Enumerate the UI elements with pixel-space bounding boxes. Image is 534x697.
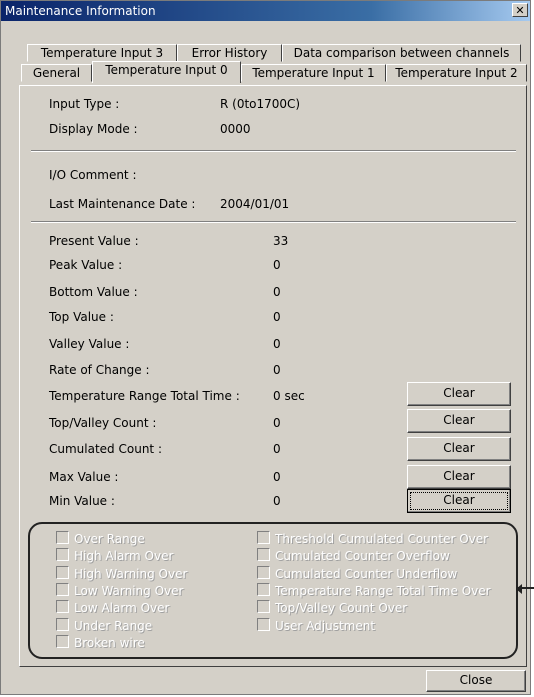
peak-value-label: Peak Value : xyxy=(49,258,123,272)
input-type-value: R (0to1700C) xyxy=(220,97,301,111)
top-valley-count-over-checkbox: Top/Valley Count Over xyxy=(257,600,407,615)
valley-value-label: Valley Value : xyxy=(49,337,130,351)
temperature-range-total-time-label: Temperature Range Total Time : xyxy=(49,389,240,403)
threshold-cumulated-counter-over-label: Threshold Cumulated Counter Over xyxy=(275,532,489,546)
io-comment-label: I/O Comment : xyxy=(49,168,137,182)
top-value-label: Top Value : xyxy=(49,310,114,324)
top-valley-count-over-label: Top/Valley Count Over xyxy=(275,601,408,615)
under-range-checkbox: Under Range xyxy=(56,618,152,633)
high-warning-over-label: High Warning Over xyxy=(74,567,188,581)
clear-cumulated-count-button[interactable]: Clear xyxy=(407,437,511,461)
present-value-label: Present Value : xyxy=(49,234,139,248)
clear-max-value-button[interactable]: Clear xyxy=(407,465,511,489)
cumulated-counter-underflow-checkbox: Cumulated Counter Underflow xyxy=(257,566,457,581)
tab-temperature-input-0[interactable]: Temperature Input 0 xyxy=(92,61,241,83)
cumulated-counter-overflow-checkbox: Cumulated Counter Overflow xyxy=(257,548,450,563)
tab-temperature-input-2[interactable]: Temperature Input 2 xyxy=(386,64,527,82)
temperature-range-total-time-over-checkbox: Temperature Range Total Time Over xyxy=(257,583,491,598)
top-valley-count-label: Top/Valley Count : xyxy=(49,416,157,430)
rate-of-change-label: Rate of Change : xyxy=(49,363,150,377)
top-valley-count-value: 0 xyxy=(273,416,281,430)
cumulated-counter-underflow-label: Cumulated Counter Underflow xyxy=(275,567,458,581)
present-value: 33 xyxy=(273,234,289,248)
bottom-value-label: Bottom Value : xyxy=(49,285,138,299)
tab-data-comparison[interactable]: Data comparison between channels xyxy=(282,44,521,62)
high-alarm-over-checkbox: High Alarm Over xyxy=(56,548,173,563)
over-range-checkbox: Over Range xyxy=(56,531,145,546)
valley-value: 0 xyxy=(273,337,281,351)
tab-temperature-input-3[interactable]: Temperature Input 3 xyxy=(27,44,177,62)
broken-wire-label: Broken wire xyxy=(74,636,145,650)
user-adjustment-label: User Adjustment xyxy=(275,619,376,633)
window-title: Maintenance Information xyxy=(5,4,156,18)
max-value-label: Max Value : xyxy=(49,470,119,484)
min-value: 0 xyxy=(273,494,281,508)
top-value: 0 xyxy=(273,310,281,324)
cumulated-count-value: 0 xyxy=(273,442,281,456)
last-maintenance-date-label: Last Maintenance Date : xyxy=(49,197,196,211)
tab-general[interactable]: General xyxy=(21,64,92,82)
display-mode-value: 0000 xyxy=(220,122,251,136)
threshold-cumulated-counter-over-checkbox: Threshold Cumulated Counter Over xyxy=(257,531,488,546)
under-range-label: Under Range xyxy=(74,619,153,633)
separator xyxy=(31,150,516,152)
callout-arrow-line xyxy=(518,587,534,589)
low-alarm-over-checkbox: Low Alarm Over xyxy=(56,600,169,615)
title-bar[interactable]: Maintenance Information ✕ xyxy=(1,1,530,21)
arrow-icon xyxy=(516,584,522,594)
cumulated-counter-overflow-label: Cumulated Counter Overflow xyxy=(275,549,450,563)
low-warning-over-checkbox: Low Warning Over xyxy=(56,583,183,598)
temperature-range-total-time-value: 0 sec xyxy=(273,389,305,403)
low-alarm-over-label: Low Alarm Over xyxy=(74,601,170,615)
display-mode-label: Display Mode : xyxy=(49,122,138,136)
tab-error-history[interactable]: Error History xyxy=(177,44,282,62)
max-value: 0 xyxy=(273,470,281,484)
temperature-range-total-time-over-label: Temperature Range Total Time Over xyxy=(275,584,491,598)
last-maintenance-date-value: 2004/01/01 xyxy=(220,197,290,211)
high-warning-over-checkbox: High Warning Over xyxy=(56,566,187,581)
low-warning-over-label: Low Warning Over xyxy=(74,584,184,598)
clear-min-value-button[interactable]: Clear xyxy=(407,489,511,513)
over-range-label: Over Range xyxy=(74,532,145,546)
tab-temperature-input-1[interactable]: Temperature Input 1 xyxy=(241,64,386,82)
maintenance-window: Maintenance Information ✕ Temperature In… xyxy=(0,0,531,695)
cumulated-count-label: Cumulated Count : xyxy=(49,442,162,456)
clear-top-valley-count-button[interactable]: Clear xyxy=(407,409,511,433)
broken-wire-checkbox: Broken wire xyxy=(56,635,145,650)
min-value-label: Min Value : xyxy=(49,494,115,508)
close-icon[interactable]: ✕ xyxy=(512,3,528,17)
peak-value: 0 xyxy=(273,258,281,272)
close-button[interactable]: Close xyxy=(426,670,526,692)
bottom-value: 0 xyxy=(273,285,281,299)
clear-temperature-range-total-time-button[interactable]: Clear xyxy=(407,382,511,406)
rate-of-change-value: 0 xyxy=(273,363,281,377)
separator xyxy=(31,221,516,223)
input-type-label: Input Type : xyxy=(49,97,120,111)
high-alarm-over-label: High Alarm Over xyxy=(74,549,174,563)
user-adjustment-checkbox: User Adjustment xyxy=(257,618,375,633)
